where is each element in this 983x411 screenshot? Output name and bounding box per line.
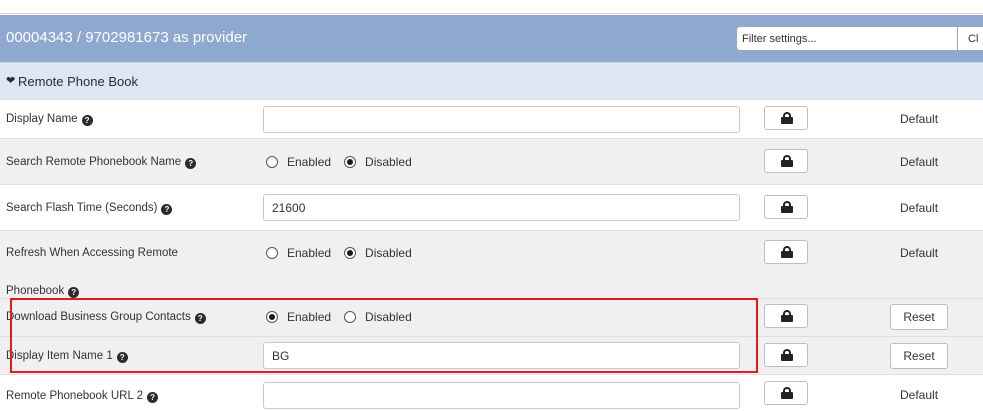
lock-icon xyxy=(781,387,793,399)
lock-button[interactable] xyxy=(764,195,808,219)
lock-button[interactable] xyxy=(764,240,808,264)
status-default: Default xyxy=(900,246,939,260)
radio-label: Disabled xyxy=(365,310,412,324)
display-item-name-1-input[interactable] xyxy=(263,342,740,369)
lock-icon xyxy=(781,112,793,124)
lock-icon xyxy=(781,201,793,213)
radio-label: Enabled xyxy=(287,155,332,169)
setting-label: Search Remote Phonebook Name? xyxy=(6,154,197,171)
setting-label: Display Name? xyxy=(6,111,93,128)
setting-label: Remote Phonebook URL 2? xyxy=(6,388,159,405)
reset-button[interactable]: Reset xyxy=(890,304,948,330)
help-icon[interactable]: ? xyxy=(147,392,159,403)
radio-disabled[interactable] xyxy=(344,156,357,168)
page-header: 00004343 / 9702981673 as provider Cl xyxy=(0,15,983,62)
radio-enabled[interactable] xyxy=(266,156,278,168)
page-title: 00004343 / 9702981673 as provider xyxy=(6,29,248,46)
remote-phonebook-url-2-input[interactable] xyxy=(263,382,740,409)
section-remote-phone-book[interactable]: ❤ Remote Phone Book xyxy=(0,62,983,99)
setting-label: Search Flash Time (Seconds)? xyxy=(6,200,173,217)
radio-label: Enabled xyxy=(287,246,332,260)
radio-enabled[interactable] xyxy=(266,311,278,323)
setting-row-search-flash-time: Search Flash Time (Seconds)? Default xyxy=(0,184,983,230)
setting-label: Download Business Group Contacts? xyxy=(6,309,206,326)
status-default: Default xyxy=(900,201,939,215)
chevron-down-icon: ❤ xyxy=(6,75,16,87)
radio-label: Disabled xyxy=(365,246,412,260)
radio-disabled[interactable] xyxy=(344,247,357,259)
top-border xyxy=(0,0,983,14)
radio-group: Enabled Disabled xyxy=(266,246,425,260)
setting-row-display-item-name-1: Display Item Name 1? Reset xyxy=(0,336,983,374)
radio-label: Disabled xyxy=(365,155,412,169)
help-icon[interactable]: ? xyxy=(116,352,128,363)
setting-row-search-remote-phonebook-name: Search Remote Phonebook Name? Enabled Di… xyxy=(0,138,983,184)
setting-row-download-business-group-contacts: Download Business Group Contacts? Enable… xyxy=(0,298,983,336)
lock-button[interactable] xyxy=(764,381,808,405)
setting-row-refresh-when-accessing: Refresh When Accessing Remote Phonebook? … xyxy=(0,230,983,298)
display-name-input[interactable] xyxy=(263,106,740,133)
reset-button[interactable]: Reset xyxy=(890,343,948,369)
lock-icon xyxy=(781,155,793,167)
radio-disabled[interactable] xyxy=(344,311,357,323)
lock-icon xyxy=(781,349,793,361)
radio-group: Enabled Disabled xyxy=(266,310,425,324)
help-icon[interactable]: ? xyxy=(68,287,80,298)
lock-button[interactable] xyxy=(764,149,808,173)
status-default: Default xyxy=(900,388,939,402)
lock-icon xyxy=(781,310,793,322)
status-default: Default xyxy=(900,112,939,126)
filter-settings-input[interactable] xyxy=(736,26,958,51)
help-icon[interactable]: ? xyxy=(161,204,173,215)
help-icon[interactable]: ? xyxy=(194,313,206,324)
setting-row-remote-phonebook-url-2: Remote Phonebook URL 2? Default xyxy=(0,374,983,411)
lock-button[interactable] xyxy=(764,343,808,367)
status-default: Default xyxy=(900,155,939,169)
radio-enabled[interactable] xyxy=(266,247,278,259)
lock-button[interactable] xyxy=(764,106,808,130)
radio-label: Enabled xyxy=(287,310,332,324)
setting-label: Refresh When Accessing Remote Phonebook? xyxy=(6,247,178,298)
lock-icon xyxy=(781,246,793,258)
section-title: Remote Phone Book xyxy=(18,74,138,89)
setting-row-display-name: Display Name? Default xyxy=(0,99,983,138)
search-flash-time-input[interactable] xyxy=(263,194,740,221)
help-icon[interactable]: ? xyxy=(81,115,93,126)
radio-group: Enabled Disabled xyxy=(266,155,425,169)
clear-filter-button[interactable]: Cl xyxy=(957,26,983,51)
lock-button[interactable] xyxy=(764,304,808,328)
help-icon[interactable]: ? xyxy=(185,158,197,169)
setting-label: Display Item Name 1? xyxy=(6,348,128,365)
